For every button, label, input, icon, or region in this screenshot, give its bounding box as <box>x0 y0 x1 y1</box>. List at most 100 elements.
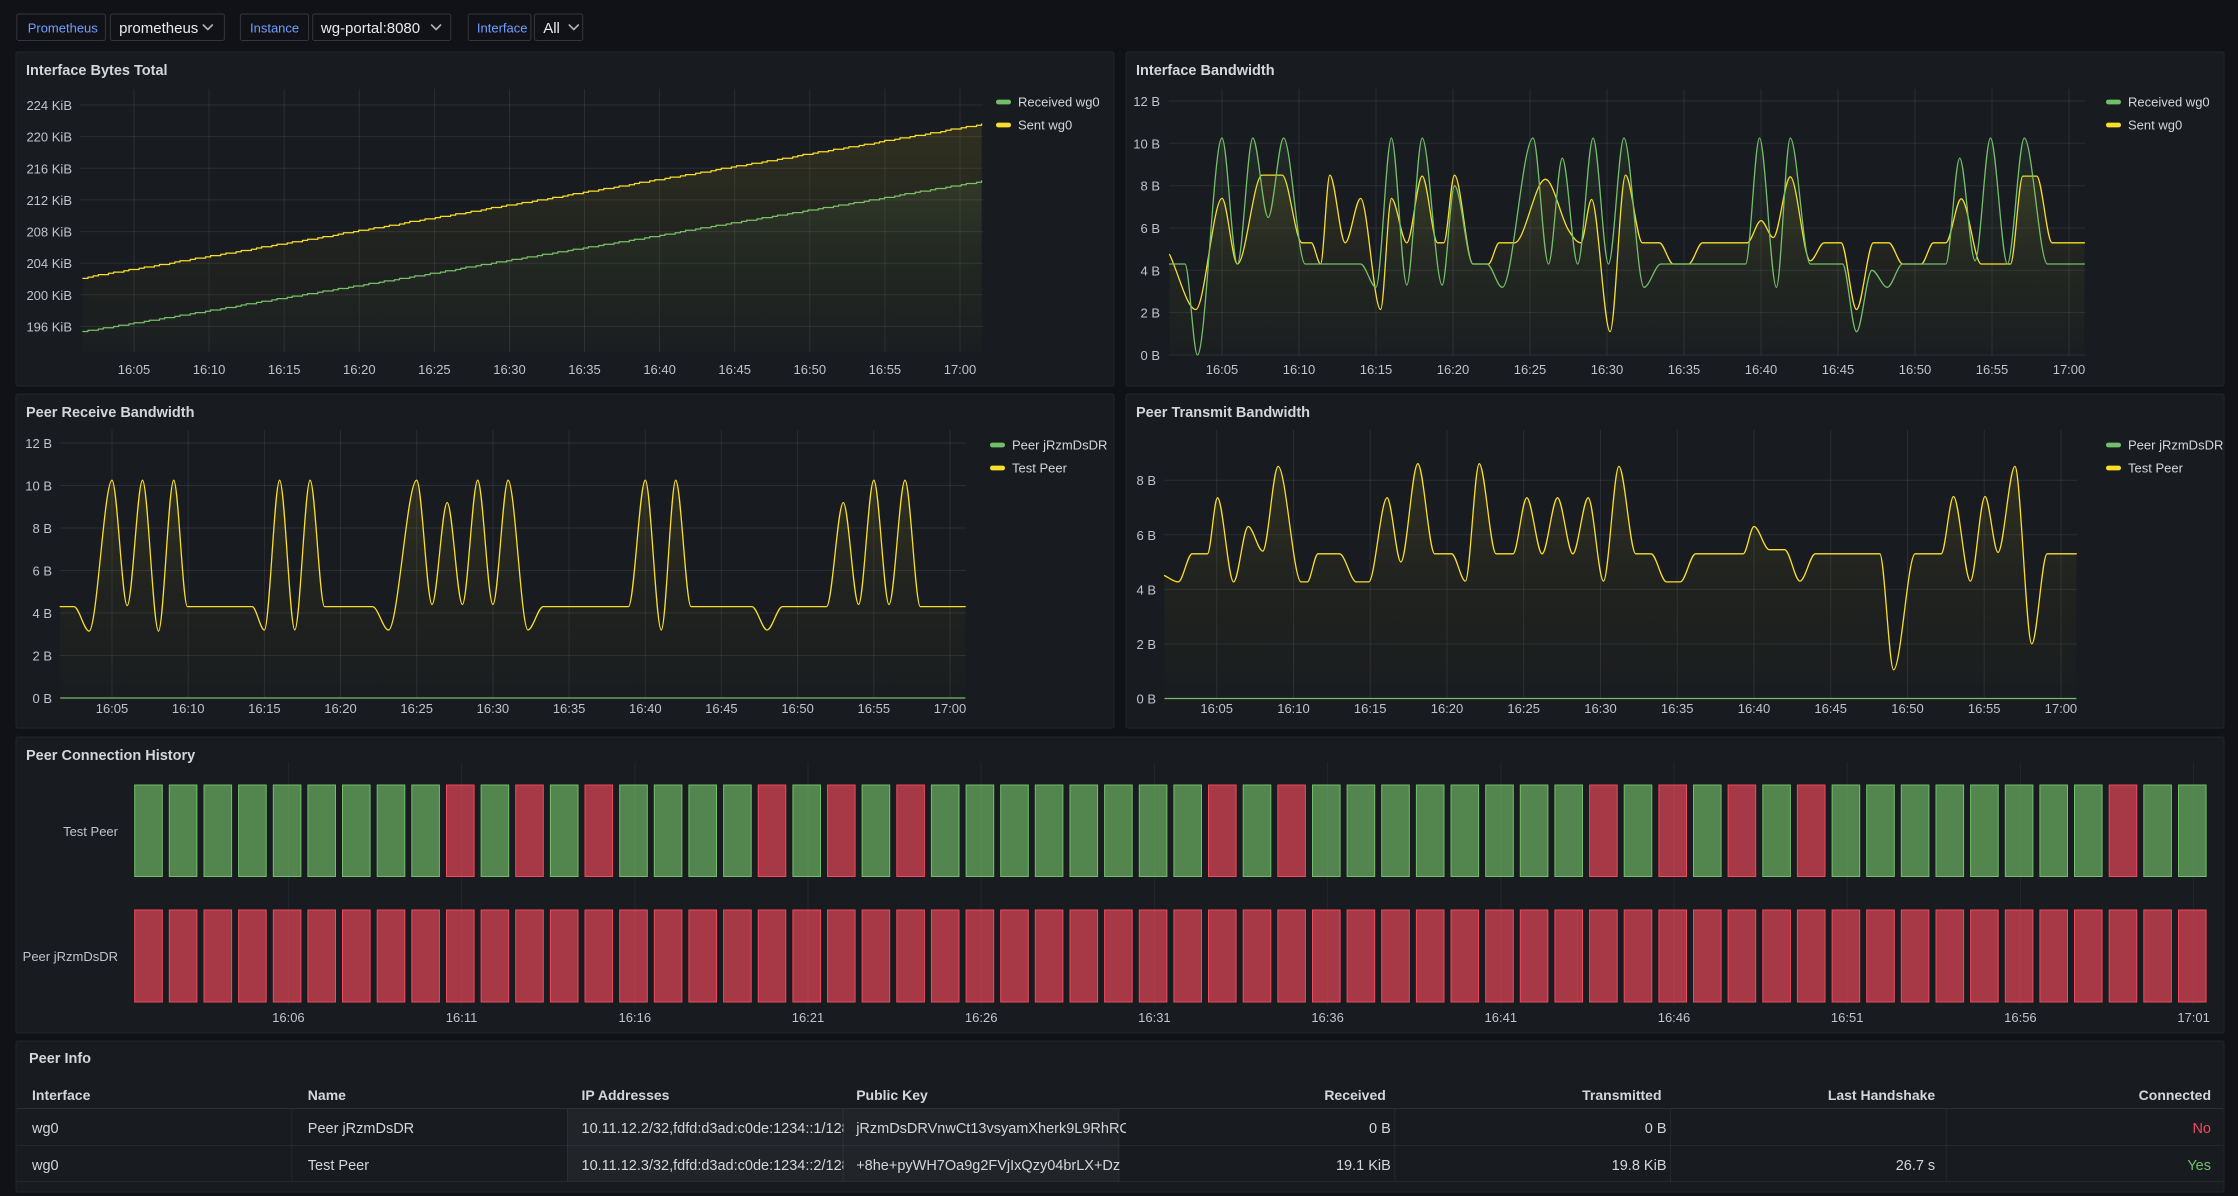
svg-text:Peer Info: Peer Info <box>29 1051 91 1067</box>
svg-text:Prometheus: Prometheus <box>28 21 99 36</box>
svg-text:16:55: 16:55 <box>1976 362 2009 377</box>
svg-text:Interface: Interface <box>32 1087 91 1103</box>
svg-text:16:25: 16:25 <box>418 362 451 377</box>
svg-text:17:00: 17:00 <box>934 701 967 716</box>
svg-text:8 B: 8 B <box>1136 473 1156 488</box>
svg-text:Test Peer: Test Peer <box>63 824 119 839</box>
svg-text:wg0: wg0 <box>31 1158 59 1174</box>
svg-text:16:55: 16:55 <box>1968 701 2001 716</box>
svg-text:Interface Bytes Total: Interface Bytes Total <box>26 63 168 79</box>
svg-text:6 B: 6 B <box>1140 221 1160 236</box>
svg-text:16:56: 16:56 <box>2004 1010 2037 1025</box>
svg-text:17:00: 17:00 <box>944 362 977 377</box>
svg-text:16:05: 16:05 <box>96 701 129 716</box>
svg-text:204 KiB: 204 KiB <box>26 256 72 271</box>
svg-text:0 B: 0 B <box>1140 348 1160 363</box>
svg-text:16:30: 16:30 <box>1584 701 1617 716</box>
svg-text:17:00: 17:00 <box>2053 362 2086 377</box>
svg-text:Connected: Connected <box>2139 1087 2211 1103</box>
svg-text:12 B: 12 B <box>1133 94 1160 109</box>
svg-text:IP Addresses: IP Addresses <box>582 1087 670 1103</box>
svg-text:Received wg0: Received wg0 <box>1018 95 1100 110</box>
svg-text:2 B: 2 B <box>32 649 52 664</box>
svg-text:Interface Bandwidth: Interface Bandwidth <box>1136 63 1275 79</box>
svg-text:16:35: 16:35 <box>568 362 601 377</box>
svg-text:16:16: 16:16 <box>619 1010 652 1025</box>
svg-text:16:20: 16:20 <box>324 701 357 716</box>
svg-text:16:05: 16:05 <box>118 362 151 377</box>
svg-text:16:25: 16:25 <box>1514 362 1547 377</box>
svg-text:jRzmDsDRVnwCt13vsyamXherk9L9Rh: jRzmDsDRVnwCt13vsyamXherk9L9RhRC <box>855 1121 1130 1137</box>
svg-text:16:40: 16:40 <box>1738 701 1771 716</box>
svg-text:No: No <box>2192 1121 2211 1137</box>
svg-text:16:40: 16:40 <box>643 362 676 377</box>
svg-text:16:50: 16:50 <box>781 701 814 716</box>
svg-text:16:21: 16:21 <box>792 1010 825 1025</box>
svg-text:16:40: 16:40 <box>629 701 662 716</box>
svg-text:Public Key: Public Key <box>856 1087 928 1103</box>
svg-text:16:10: 16:10 <box>193 362 226 377</box>
svg-text:16:45: 16:45 <box>1822 362 1855 377</box>
svg-text:216 KiB: 216 KiB <box>26 161 72 176</box>
svg-text:19.8 KiB: 19.8 KiB <box>1612 1158 1667 1174</box>
svg-text:212 KiB: 212 KiB <box>26 193 72 208</box>
svg-text:2 B: 2 B <box>1140 306 1160 321</box>
svg-text:208 KiB: 208 KiB <box>26 225 72 240</box>
svg-text:0 B: 0 B <box>32 691 52 706</box>
svg-text:10 B: 10 B <box>1133 136 1160 151</box>
svg-text:16:35: 16:35 <box>1668 362 1701 377</box>
svg-text:Received wg0: Received wg0 <box>2128 95 2210 110</box>
svg-text:16:36: 16:36 <box>1311 1010 1344 1025</box>
svg-text:17:00: 17:00 <box>2045 701 2078 716</box>
svg-text:16:51: 16:51 <box>1831 1010 1864 1025</box>
svg-text:2 B: 2 B <box>1136 637 1156 652</box>
svg-text:Test Peer: Test Peer <box>308 1158 369 1174</box>
svg-text:16:10: 16:10 <box>1277 701 1310 716</box>
svg-text:Sent wg0: Sent wg0 <box>2128 118 2182 133</box>
svg-text:8 B: 8 B <box>1140 179 1160 194</box>
svg-text:4 B: 4 B <box>1136 582 1156 597</box>
svg-text:16:50: 16:50 <box>794 362 827 377</box>
svg-text:wg0: wg0 <box>31 1121 59 1137</box>
svg-text:16:45: 16:45 <box>705 701 738 716</box>
svg-text:Peer Receive Bandwidth: Peer Receive Bandwidth <box>26 405 194 421</box>
svg-text:16:50: 16:50 <box>1891 701 1924 716</box>
svg-text:Test Peer: Test Peer <box>2128 461 2184 476</box>
svg-text:Peer Transmit Bandwidth: Peer Transmit Bandwidth <box>1136 405 1310 421</box>
svg-text:Peer Connection History: Peer Connection History <box>26 748 195 764</box>
svg-text:16:06: 16:06 <box>272 1010 305 1025</box>
svg-text:224 KiB: 224 KiB <box>26 98 72 113</box>
svg-text:16:20: 16:20 <box>343 362 376 377</box>
svg-text:16:26: 16:26 <box>965 1010 998 1025</box>
svg-text:All: All <box>543 20 560 37</box>
svg-text:16:30: 16:30 <box>477 701 510 716</box>
svg-text:16:55: 16:55 <box>858 701 891 716</box>
svg-text:6 B: 6 B <box>32 564 52 579</box>
svg-text:Name: Name <box>308 1087 346 1103</box>
svg-text:16:45: 16:45 <box>1814 701 1847 716</box>
svg-text:16:46: 16:46 <box>1658 1010 1691 1025</box>
svg-text:10.11.12.3/32,fdfd:d3ad:c0de:1: 10.11.12.3/32,fdfd:d3ad:c0de:1234::2/128 <box>582 1158 850 1174</box>
svg-text:16:35: 16:35 <box>553 701 586 716</box>
svg-text:Interface: Interface <box>477 21 528 36</box>
svg-text:prometheus: prometheus <box>119 20 198 37</box>
svg-text:Peer jRzmDsDR: Peer jRzmDsDR <box>308 1121 414 1137</box>
svg-text:16:10: 16:10 <box>1283 362 1316 377</box>
svg-text:Instance: Instance <box>250 21 299 36</box>
svg-text:16:15: 16:15 <box>248 701 281 716</box>
svg-text:16:10: 16:10 <box>172 701 205 716</box>
svg-text:16:15: 16:15 <box>1360 362 1393 377</box>
svg-text:16:40: 16:40 <box>1745 362 1778 377</box>
svg-text:16:50: 16:50 <box>1899 362 1932 377</box>
svg-text:0 B: 0 B <box>1369 1121 1391 1137</box>
svg-text:10 B: 10 B <box>25 479 52 494</box>
svg-text:220 KiB: 220 KiB <box>26 130 72 145</box>
svg-text:16:05: 16:05 <box>1200 701 1233 716</box>
svg-text:Sent wg0: Sent wg0 <box>1018 118 1072 133</box>
svg-text:16:30: 16:30 <box>493 362 526 377</box>
svg-text:16:30: 16:30 <box>1591 362 1624 377</box>
svg-text:Received: Received <box>1324 1087 1385 1103</box>
svg-text:16:41: 16:41 <box>1485 1010 1518 1025</box>
svg-text:16:25: 16:25 <box>1507 701 1540 716</box>
svg-text:4 B: 4 B <box>32 606 52 621</box>
